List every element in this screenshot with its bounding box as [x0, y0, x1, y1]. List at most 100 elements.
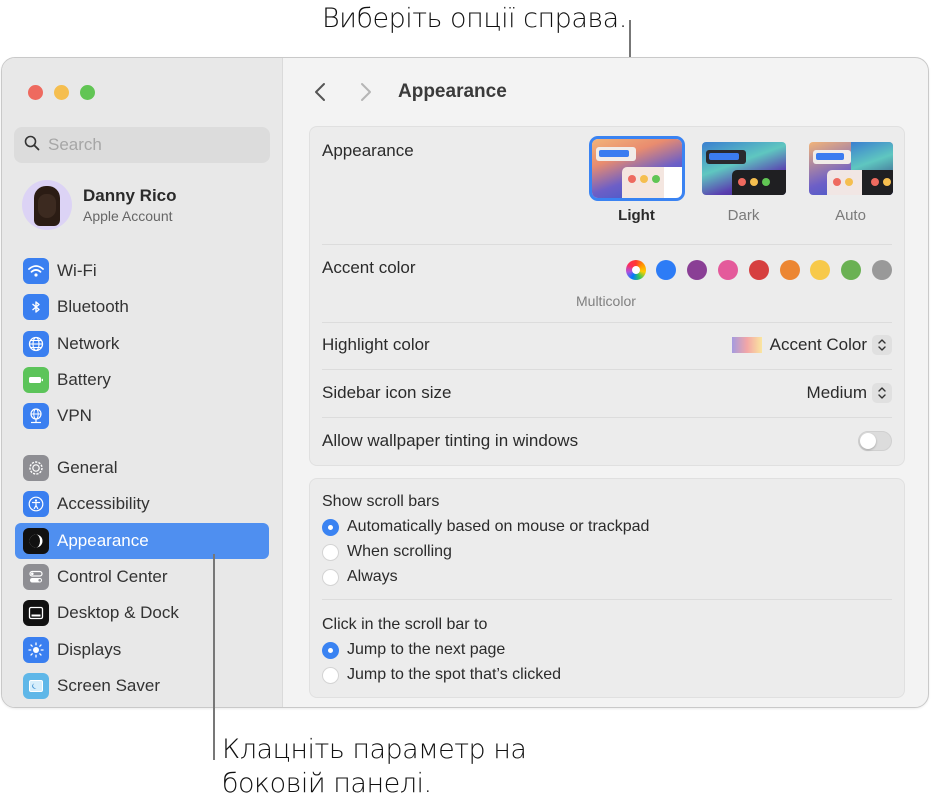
apple-account[interactable]: Danny Rico Apple Account: [22, 180, 177, 230]
up-down-chevron-icon: [872, 335, 892, 355]
radio-button[interactable]: [322, 641, 339, 659]
radio-button[interactable]: [322, 568, 339, 586]
accent-swatch-blue[interactable]: [656, 260, 677, 280]
appearance-option-label: Light: [618, 207, 655, 224]
page-title: Appearance: [398, 81, 507, 102]
sidebar-item-label: Wi-Fi: [57, 261, 97, 281]
sidebar-item-label: Network: [57, 333, 120, 353]
accent-swatch-multicolor[interactable]: [625, 260, 646, 280]
radio-label: Jump to the next page: [347, 641, 506, 658]
accent-color-label: Accent color: [322, 258, 416, 277]
highlight-color-row: Highlight color Accent Color: [322, 335, 892, 359]
search-input[interactable]: [48, 135, 248, 155]
minimize-button[interactable]: [54, 85, 69, 100]
chevron-right-icon: [361, 83, 371, 101]
auto-thumbnail[interactable]: [806, 139, 896, 198]
screen-saver-icon: [23, 672, 49, 699]
accent-swatch-green[interactable]: [841, 260, 862, 280]
sun-icon: [23, 636, 49, 663]
sidebar-item-label: VPN: [57, 406, 92, 426]
radio-label: Always: [347, 568, 398, 585]
chevron-left-icon: [315, 83, 325, 101]
sidebar-item-desktop-dock[interactable]: Desktop & Dock: [15, 595, 269, 631]
search-field[interactable]: [14, 127, 270, 163]
click-scroll-bar-label: Click in the scroll bar to: [322, 616, 488, 633]
accent-swatch-graphite[interactable]: [872, 260, 892, 280]
appearance-option-dark[interactable]: Dark: [690, 139, 797, 224]
radio-scroll-automatic[interactable]: Automatically based on mouse or trackpad: [322, 518, 649, 536]
appearance-option-label: Dark: [727, 207, 760, 224]
up-down-chevron-icon: [872, 383, 892, 403]
content-pane: Appearance Appearance Light Dark Auto Ac…: [284, 58, 928, 707]
sidebar-item-bluetooth[interactable]: Bluetooth: [15, 289, 269, 325]
dark-thumbnail[interactable]: [699, 139, 789, 198]
wallpaper-tinting-row: Allow wallpaper tinting in windows: [322, 431, 892, 455]
accent-swatch-pink[interactable]: [718, 260, 739, 280]
sidebar-item-label: Appearance: [57, 530, 149, 550]
sidebar-item-screen-saver[interactable]: Screen Saver: [15, 668, 269, 704]
accent-swatch-orange[interactable]: [779, 260, 800, 280]
sidebar: Danny Rico Apple Account Wi-Fi Bluetooth: [2, 58, 283, 707]
sidebar-item-vpn[interactable]: VPN: [15, 398, 269, 434]
sidebar-icon-size-label: Sidebar icon size: [322, 383, 452, 402]
back-button[interactable]: [310, 80, 330, 104]
radio-button[interactable]: [322, 666, 339, 684]
sidebar-item-network[interactable]: Network: [15, 326, 269, 362]
sidebar-item-displays[interactable]: Displays: [15, 631, 269, 667]
gear-icon: [23, 455, 49, 482]
divider: [322, 322, 892, 323]
appearance-option-light[interactable]: Light: [583, 136, 690, 224]
sidebar-group-network: Wi-Fi Bluetooth Network Battery VPN: [15, 253, 269, 434]
highlight-color-preview: [731, 337, 762, 353]
sidebar-item-label: Accessibility: [57, 494, 150, 514]
radio-label: When scrolling: [347, 543, 452, 560]
callout-line: Клацніть параметр на: [222, 734, 527, 765]
accent-color-swatches: [625, 260, 892, 280]
appearance-option-label: Auto: [835, 207, 866, 224]
sidebar-icon-size-popup[interactable]: Medium: [807, 383, 892, 403]
globe-icon: [23, 330, 49, 357]
callout-choose-options: Виберіть опції справа.: [322, 3, 627, 34]
close-button[interactable]: [28, 85, 43, 100]
sidebar-item-appearance[interactable]: Appearance: [15, 522, 269, 559]
sidebar-item-general[interactable]: General: [15, 450, 269, 486]
sidebar-item-label: Displays: [57, 639, 122, 659]
account-subtitle: Apple Account: [83, 208, 173, 224]
sidebar-item-label: Battery: [57, 370, 111, 390]
dock-icon: [23, 600, 49, 627]
radio-button[interactable]: [322, 543, 339, 561]
sidebar-item-control-center[interactable]: Control Center: [15, 559, 269, 595]
avatar: [22, 180, 72, 230]
radio-scroll-when-scrolling[interactable]: When scrolling: [322, 543, 452, 561]
wallpaper-tinting-toggle[interactable]: [858, 431, 892, 451]
appearance-settings-card: Appearance Light Dark Auto Accent color …: [309, 126, 905, 466]
accent-swatch-yellow[interactable]: [810, 260, 831, 280]
sidebar-item-label: General: [57, 458, 118, 478]
sidebar-item-label: Control Center: [57, 567, 168, 587]
appearance-option-auto[interactable]: Auto: [797, 139, 904, 224]
callout-line: боковій панелі.: [222, 768, 432, 799]
radio-jump-next-page[interactable]: Jump to the next page: [322, 641, 505, 659]
forward-button[interactable]: [356, 80, 376, 104]
zoom-button[interactable]: [80, 85, 95, 100]
sidebar-item-wifi[interactable]: Wi-Fi: [15, 253, 269, 289]
sidebar-item-label: Bluetooth: [57, 297, 129, 317]
accent-swatch-red[interactable]: [748, 260, 769, 280]
accessibility-icon: [23, 491, 49, 518]
radio-scroll-always[interactable]: Always: [322, 568, 398, 586]
divider: [322, 244, 892, 245]
divider: [322, 599, 892, 600]
sidebar-item-accessibility[interactable]: Accessibility: [15, 486, 269, 522]
accent-swatch-purple[interactable]: [687, 260, 708, 280]
battery-icon: [23, 367, 49, 394]
sidebar-item-label: Screen Saver: [57, 675, 160, 695]
light-thumbnail[interactable]: [588, 136, 685, 201]
sidebar-group-system: General Accessibility Appearance Control…: [15, 450, 269, 704]
callout-leader-line: [213, 554, 215, 760]
highlight-color-popup[interactable]: Accent Color: [731, 335, 892, 355]
divider: [322, 417, 892, 418]
sidebar-item-battery[interactable]: Battery: [15, 362, 269, 398]
radio-jump-to-spot[interactable]: Jump to the spot that’s clicked: [322, 666, 561, 684]
appearance-icon: [23, 527, 49, 554]
radio-button[interactable]: [322, 518, 339, 536]
